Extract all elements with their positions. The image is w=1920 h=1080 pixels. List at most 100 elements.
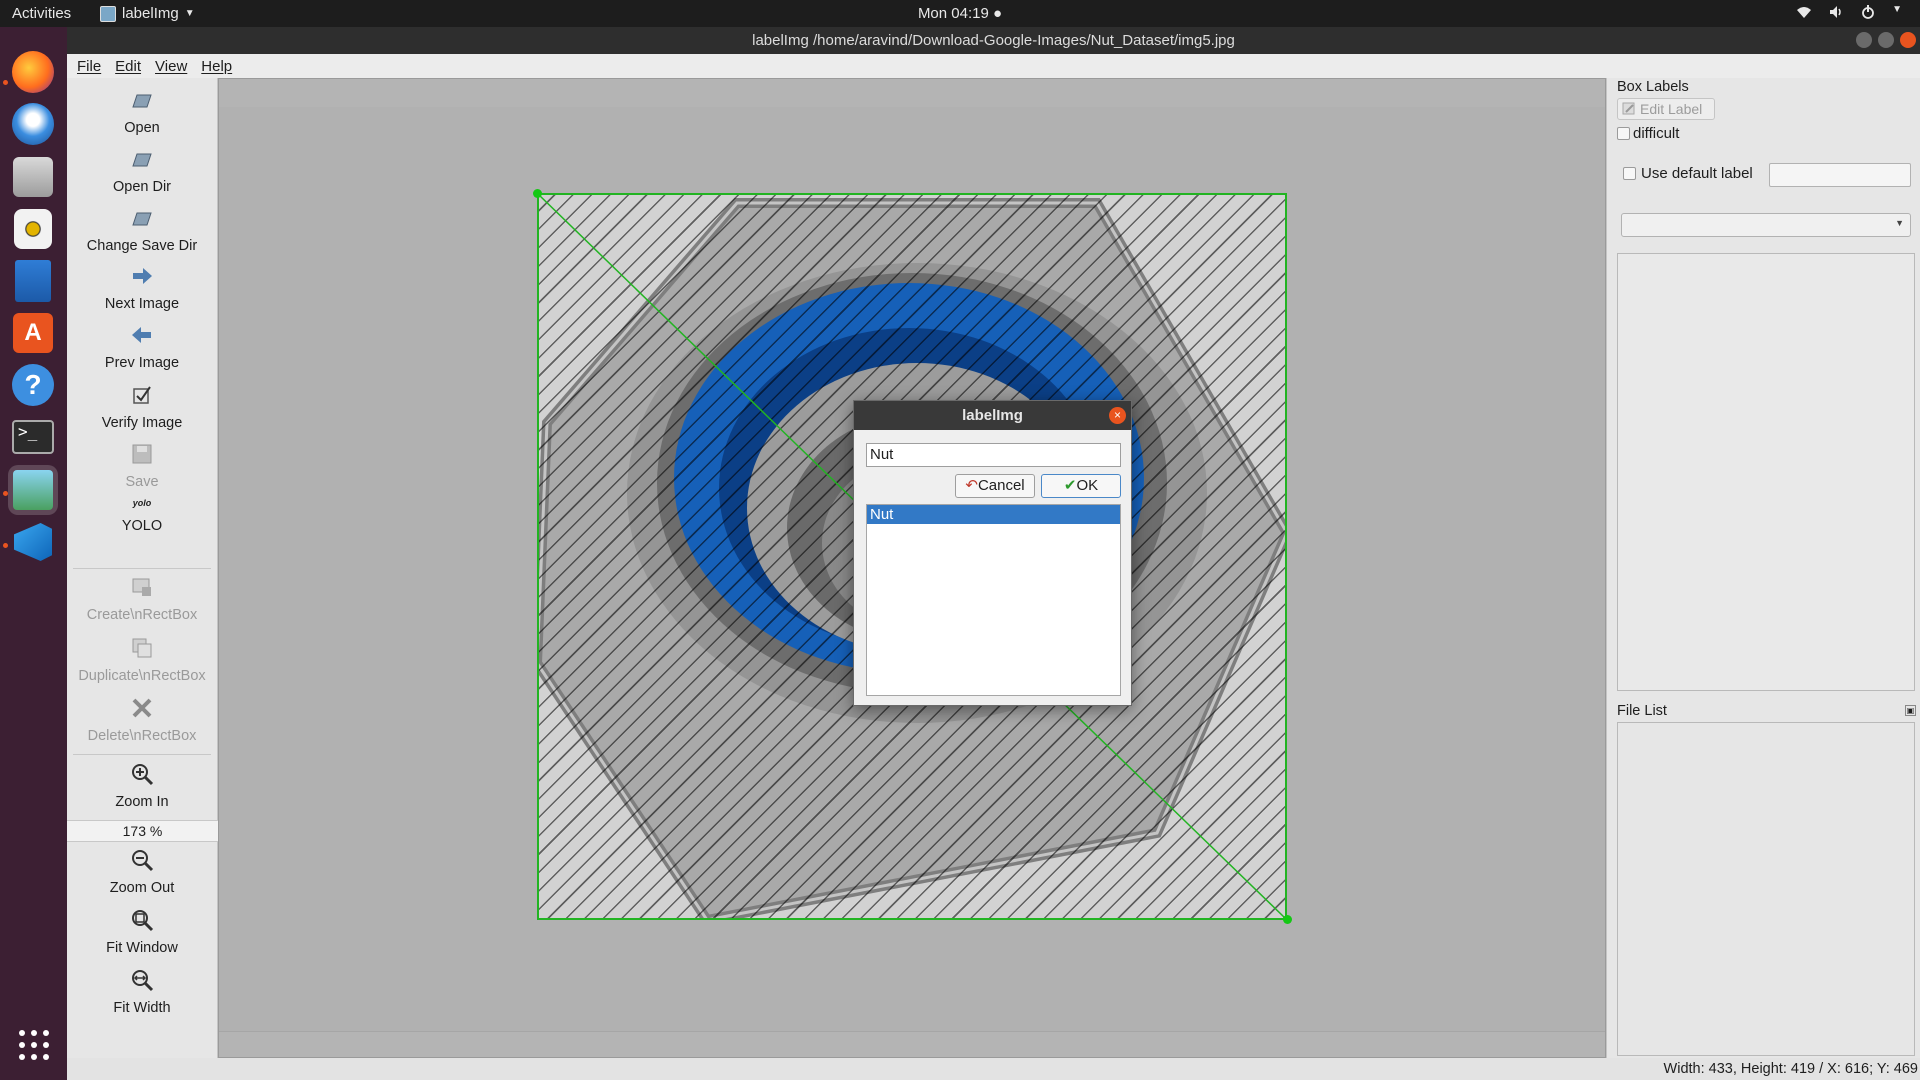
volume-icon [1830, 6, 1841, 18]
change-save-dir-label: Change Save Dir [86, 238, 198, 254]
open-dir-button[interactable]: Open Dir [67, 147, 217, 195]
maximize-icon[interactable] [1878, 32, 1894, 48]
notification-dot-icon: ● [988, 5, 1003, 22]
duplicate-icon [132, 638, 152, 658]
undock-icon[interactable]: ▣ [1905, 705, 1916, 716]
vscode-icon[interactable] [8, 517, 58, 567]
ubuntu-dock: A ? >_ [0, 27, 67, 1080]
edit-label-text: Edit Label [1640, 101, 1703, 117]
list-item[interactable]: Nut [867, 505, 1120, 524]
software-center-icon[interactable]: A [8, 308, 58, 358]
zoom-value[interactable]: 173 % [67, 820, 218, 842]
default-label-input[interactable] [1769, 163, 1911, 187]
label-dialog: labelImg × Nut ↶Cancel ✔OK Nut [853, 400, 1132, 706]
label-history-list[interactable]: Nut [866, 504, 1121, 696]
next-image-button[interactable]: Next Image [67, 264, 217, 312]
chevron-down-icon: ▼ [1892, 4, 1902, 15]
open-label: Open [124, 120, 160, 136]
prev-image-button[interactable]: Prev Image [67, 323, 217, 371]
use-default-label-text: Use default label [1641, 165, 1753, 182]
left-toolbar: Open Open Dir Change Save Dir Next Image… [67, 78, 218, 1078]
files-icon[interactable] [8, 152, 58, 202]
verify-image-button[interactable]: Verify Image [67, 383, 217, 431]
fit-width-label: Fit Width [113, 1000, 171, 1016]
fit-width-icon [132, 970, 154, 992]
box-labels-title: Box Labels [1617, 79, 1689, 95]
app-menu-label: labelImg [122, 5, 179, 22]
label-combo-box[interactable]: ▼ [1621, 213, 1911, 237]
clock[interactable]: Mon 04:19 [918, 5, 989, 22]
ok-label: OK [1076, 477, 1099, 494]
format-label: YOLO [121, 518, 163, 534]
open-dir-label: Open Dir [112, 179, 172, 195]
duplicate-rectbox-label: Duplicate\nRectBox [78, 668, 206, 684]
yolo-icon: yolo [132, 498, 152, 508]
activities-button[interactable]: Activities [12, 5, 71, 22]
save-button[interactable]: Save [67, 442, 217, 490]
edit-icon [1622, 102, 1635, 115]
create-rectbox-label: Create\nRectBox [86, 607, 198, 623]
help-icon[interactable]: ? [8, 360, 58, 410]
app-menu[interactable]: labelImg ▼ [100, 5, 195, 22]
menu-help[interactable]: Help [201, 58, 232, 75]
arrow-right-icon [133, 268, 152, 284]
status-bar: Width: 433, Height: 419 / X: 616; Y: 469 [67, 1058, 1920, 1080]
bbox-handle-bottom-right[interactable] [1283, 915, 1292, 924]
bbox-handle-top-left[interactable] [533, 189, 542, 198]
open-button[interactable]: Open [67, 88, 217, 136]
fit-window-label: Fit Window [106, 940, 178, 956]
create-rectbox-button[interactable]: Create\nRectBox [67, 575, 217, 623]
zoom-in-button[interactable]: Zoom In [67, 762, 217, 810]
delete-rectbox-label: Delete\nRectBox [87, 728, 197, 744]
label-input[interactable]: Nut [866, 443, 1121, 467]
edit-label-button[interactable]: Edit Label [1617, 98, 1715, 120]
labelimg-dock-icon[interactable] [8, 465, 58, 515]
difficult-checkbox[interactable] [1617, 127, 1630, 140]
show-applications-icon[interactable] [19, 1030, 49, 1060]
cancel-button[interactable]: ↶Cancel [955, 474, 1035, 498]
folder-open-icon [132, 153, 152, 167]
system-tray[interactable]: ▼ [1796, 4, 1902, 20]
create-rectbox-icon [132, 578, 151, 596]
menu-edit[interactable]: Edit [115, 58, 141, 75]
window-title: labelImg /home/aravind/Download-Google-I… [752, 32, 1235, 49]
ok-button[interactable]: ✔OK [1041, 474, 1121, 498]
undo-arrow-icon: ↶ [965, 477, 978, 494]
prev-image-label: Prev Image [104, 355, 180, 371]
fit-window-button[interactable]: Fit Window [67, 908, 217, 956]
terminal-icon[interactable]: >_ [8, 412, 58, 462]
close-window-icon[interactable] [1900, 32, 1916, 48]
box-labels-list[interactable] [1617, 253, 1915, 691]
save-label: Save [125, 474, 159, 490]
zoom-out-label: Zoom Out [109, 880, 175, 896]
power-icon [1862, 5, 1874, 19]
format-yolo-button[interactable]: yolo YOLO [67, 498, 217, 534]
thunderbird-icon[interactable] [8, 99, 58, 149]
zoom-out-icon [132, 850, 154, 872]
chevron-down-icon: ▼ [184, 8, 195, 19]
menu-view[interactable]: View [155, 58, 187, 75]
firefox-icon[interactable] [8, 47, 58, 97]
verify-image-label: Verify Image [101, 415, 183, 431]
change-save-dir-button[interactable]: Change Save Dir [67, 206, 217, 254]
dialog-close-icon[interactable]: × [1109, 407, 1126, 424]
menu-bar: File Edit View Help [67, 54, 1920, 78]
labelimg-app-icon [100, 5, 116, 22]
file-list[interactable] [1617, 722, 1915, 1056]
minimize-icon[interactable] [1856, 32, 1872, 48]
check-icon: ✔ [1063, 477, 1077, 494]
system-top-bar: Activities labelImg ▼ Mon 04:19 ● ▼ [0, 0, 1920, 27]
duplicate-rectbox-button[interactable]: Duplicate\nRectBox [67, 636, 217, 684]
toolbar-separator [73, 754, 211, 755]
zoom-out-button[interactable]: Zoom Out [67, 848, 217, 896]
use-default-label-checkbox[interactable] [1623, 167, 1636, 180]
rhythmbox-icon[interactable] [8, 204, 58, 254]
chevron-down-icon: ▼ [1895, 218, 1904, 228]
delete-rectbox-button[interactable]: Delete\nRectBox [67, 696, 217, 744]
delete-icon [132, 698, 152, 718]
wifi-icon [1797, 7, 1812, 18]
libreoffice-writer-icon[interactable] [8, 256, 58, 306]
save-icon [132, 444, 152, 464]
fit-width-button[interactable]: Fit Width [67, 968, 217, 1016]
menu-file[interactable]: File [77, 58, 101, 75]
